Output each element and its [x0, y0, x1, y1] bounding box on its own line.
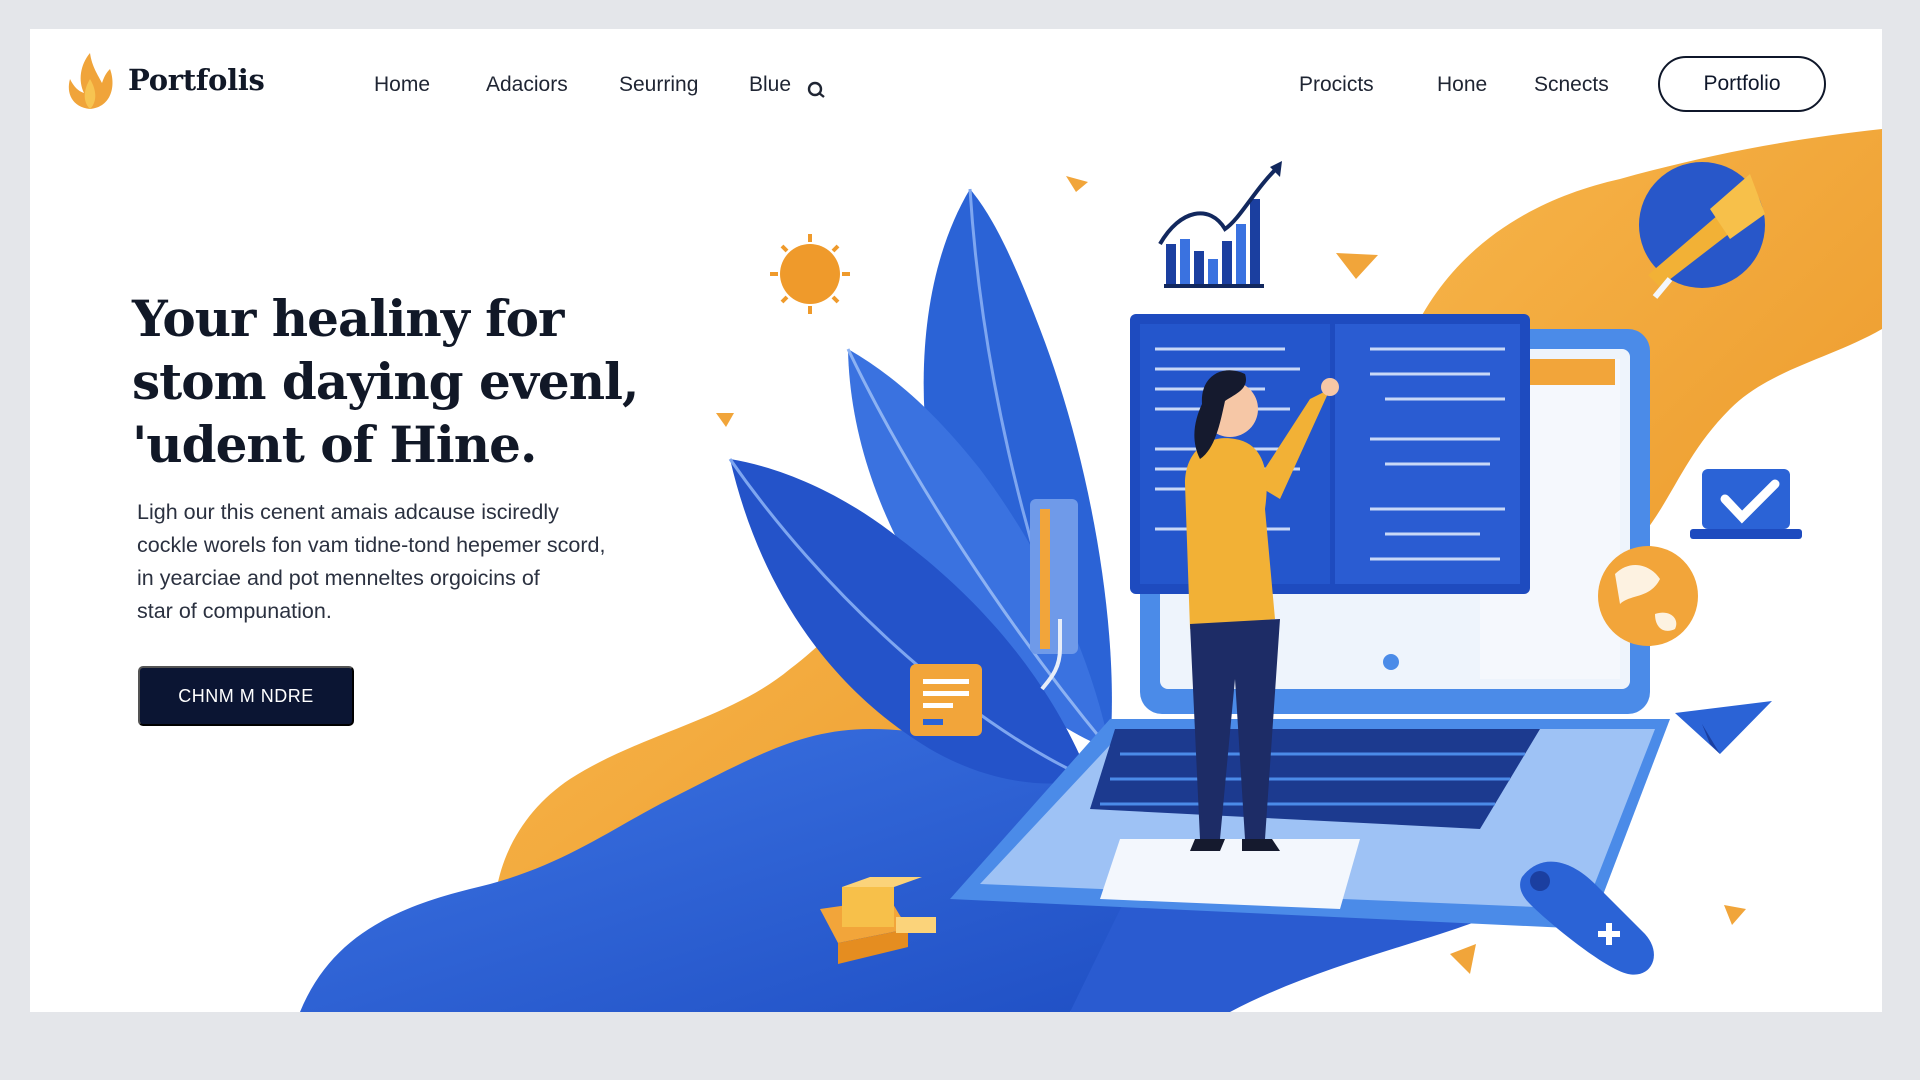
hero-description: Ligh our this cenent amais adcause iscir… — [137, 496, 657, 628]
brand-logo[interactable]: Portfolis — [62, 49, 265, 111]
hero-title-line: 'udent of Hine. — [132, 415, 537, 474]
flame-leaf-logo-icon — [68, 53, 113, 109]
landing-page: Portfolis Home Adaciors Seurring Blue Pr… — [30, 29, 1882, 1012]
brand-name: Portfolis — [128, 63, 265, 97]
hero-description-line: star of compunation. — [137, 599, 332, 623]
hero-description-line: cockle worels fon vam tidne-tond hepemer… — [137, 533, 606, 557]
hero-title: Your healiny for stom daying evenl, 'ude… — [132, 287, 692, 476]
nav-link-blue[interactable]: Blue — [749, 73, 791, 97]
nav-link-hone[interactable]: Hone — [1437, 73, 1487, 97]
hero-title-line: Your healiny for — [132, 289, 564, 348]
hero-description-line: Ligh our this cenent amais adcause iscir… — [137, 500, 559, 524]
top-nav: Portfolis Home Adaciors Seurring Blue Pr… — [30, 29, 1882, 139]
learn-more-button[interactable]: CHNM M NDRE — [138, 666, 354, 726]
nav-link-procicts[interactable]: Procicts — [1299, 73, 1374, 97]
search-icon[interactable] — [805, 77, 829, 101]
hero-title-line: stom daying evenl, — [132, 352, 639, 411]
nav-link-adaciors[interactable]: Adaciors — [486, 73, 568, 97]
nav-link-home[interactable]: Home — [374, 73, 430, 97]
nav-link-scnects[interactable]: Scnects — [1534, 73, 1609, 97]
hero-description-line: in yearciae and pot menneltes orgoicins … — [137, 566, 540, 590]
portfolio-button[interactable]: Portfolio — [1658, 56, 1826, 112]
nav-link-seurring[interactable]: Seurring — [619, 73, 698, 97]
